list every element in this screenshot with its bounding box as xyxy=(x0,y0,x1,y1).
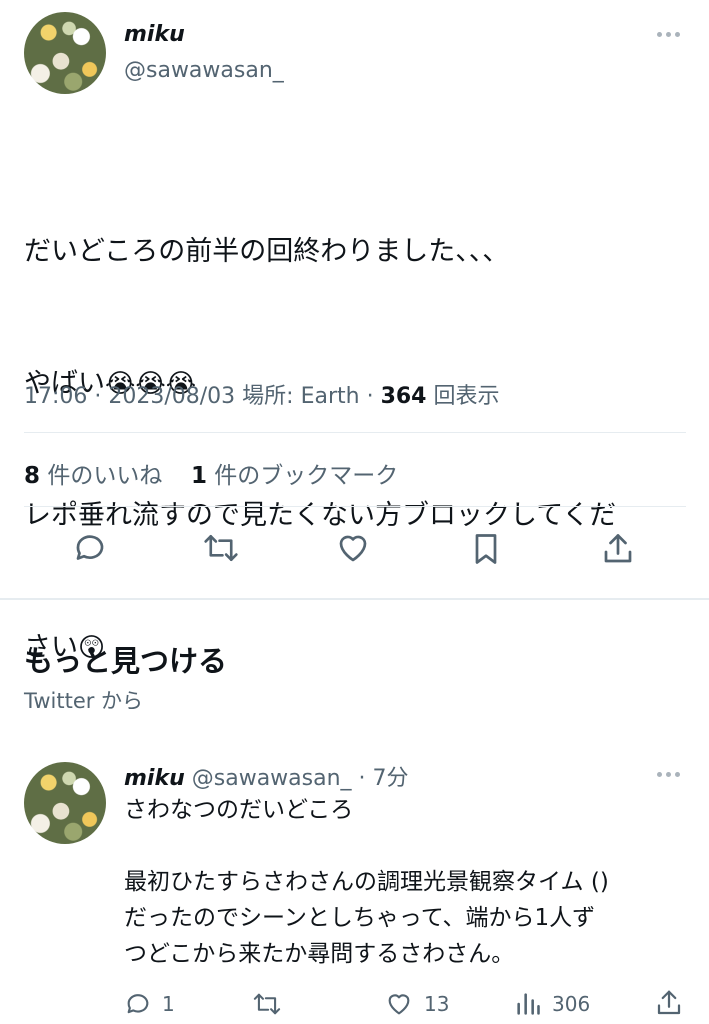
reply-count: 1 xyxy=(162,992,175,1016)
author-handle[interactable]: @sawawasan_ xyxy=(124,58,284,83)
likes-stat[interactable]: 8 件のいいね xyxy=(24,463,162,489)
heart-icon[interactable]: 13 xyxy=(384,990,449,1018)
discover-title: もっと見つける xyxy=(24,644,228,678)
share-icon[interactable] xyxy=(654,988,684,1018)
reply-action-bar: 1 13 306 xyxy=(124,988,694,1022)
reply-avatar[interactable] xyxy=(24,762,106,844)
view-label: 回表示 xyxy=(426,384,500,409)
engagement-stats: 8 件のいいね 1 件のブックマーク xyxy=(24,456,398,490)
views-icon[interactable]: 306 xyxy=(514,990,590,1018)
heart-icon[interactable] xyxy=(334,530,372,566)
discover-subtitle: Twitter から xyxy=(24,689,144,713)
tweet-timestamp[interactable]: 17:06 · 2023/08/03 場所: Earth · xyxy=(24,384,381,409)
reply-more-icon[interactable] xyxy=(657,772,680,777)
avatar[interactable] xyxy=(24,12,106,94)
retweet-icon[interactable] xyxy=(252,990,282,1018)
retweet-icon[interactable] xyxy=(202,530,240,566)
tweet-text: だいどころの前半の回終わりました、、、 やばい😭😭😭 レポ垂れ流すので見たくない… xyxy=(24,142,694,714)
view-count: 364 xyxy=(380,384,427,409)
bookmarks-stat[interactable]: 1 件のブックマーク xyxy=(191,463,398,489)
section-divider xyxy=(0,598,709,600)
author-name[interactable]: miku xyxy=(124,22,185,47)
tweet-line-1: だいどころの前半の回終わりました、、、 xyxy=(24,236,510,267)
tweet-meta: 17:06 · 2023/08/03 場所: Earth · 364 回表示 xyxy=(24,378,500,410)
reply-header: miku @sawawasan_ · 7分 xyxy=(124,760,409,792)
reply-icon[interactable] xyxy=(72,530,108,566)
share-icon[interactable] xyxy=(600,530,636,568)
reply-text: さわなつのだいどころ 最初ひたすらさわさんの調理光景観察タイム () だったので… xyxy=(124,797,609,967)
more-icon[interactable] xyxy=(657,32,680,37)
view-count: 306 xyxy=(552,992,591,1016)
reply-icon[interactable]: 1 xyxy=(124,990,175,1018)
divider xyxy=(24,432,686,433)
bookmark-icon[interactable] xyxy=(468,530,504,568)
divider xyxy=(24,506,686,507)
like-count: 13 xyxy=(424,992,450,1016)
reply-handle-time[interactable]: @sawawasan_ · 7分 xyxy=(192,766,409,791)
reply-author-name[interactable]: miku xyxy=(124,766,185,791)
